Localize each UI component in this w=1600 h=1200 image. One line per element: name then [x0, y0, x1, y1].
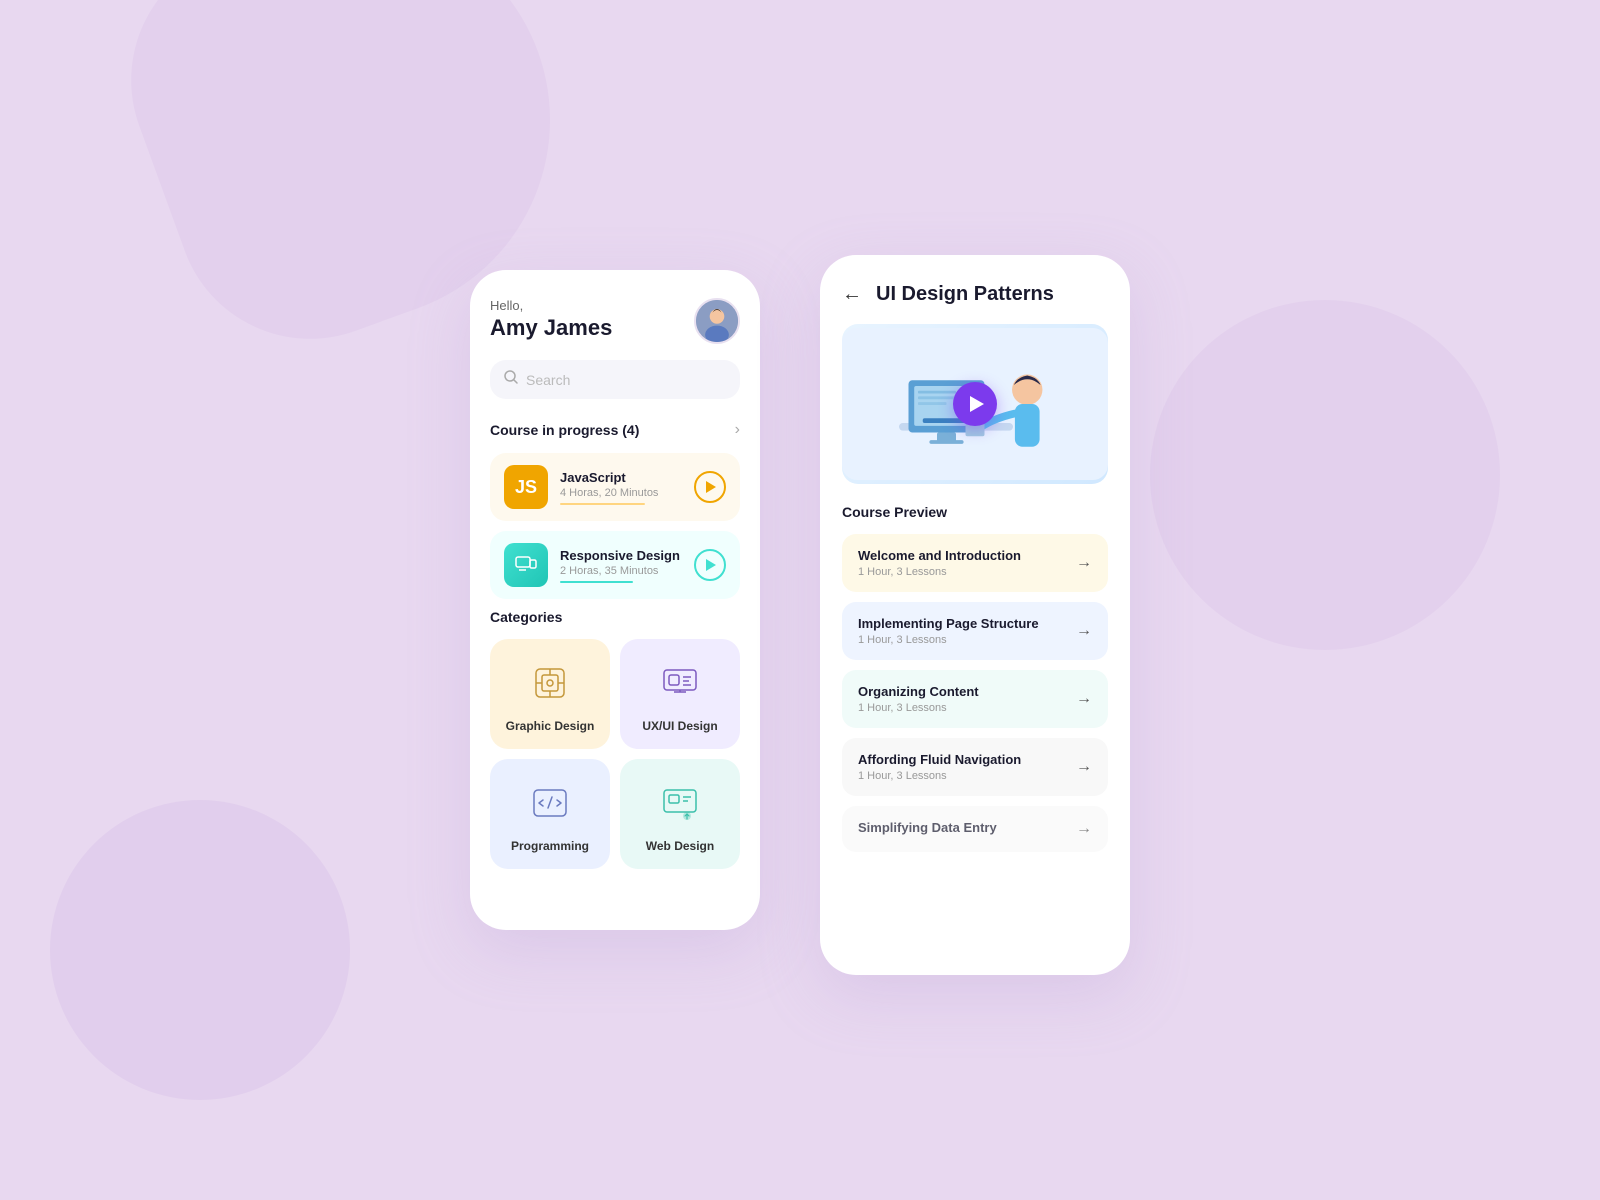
- responsive-play-button[interactable]: [694, 549, 726, 581]
- lesson-2-meta: 1 Hour, 3 Lessons: [858, 634, 1039, 646]
- right-phone: ← UI Design Patterns: [820, 255, 1130, 975]
- greeting-text: Hello,: [490, 298, 612, 313]
- ux-ui-icon: [659, 662, 701, 709]
- search-icon: [504, 370, 518, 389]
- lesson-item-3[interactable]: Organizing Content 1 Hour, 3 Lessons →: [842, 670, 1108, 728]
- js-course-info: JavaScript 4 Horas, 20 Minutos: [560, 470, 682, 505]
- lesson-3-info: Organizing Content 1 Hour, 3 Lessons: [858, 684, 979, 714]
- lesson-4-meta: 1 Hour, 3 Lessons: [858, 770, 1021, 782]
- responsive-course-meta: 2 Horas, 35 Minutos: [560, 565, 682, 577]
- web-design-icon: [659, 782, 701, 829]
- avatar: [694, 298, 740, 344]
- categories-section-header: Categories: [490, 609, 740, 625]
- category-web-design[interactable]: Web Design: [620, 759, 740, 869]
- js-course-name: JavaScript: [560, 470, 682, 485]
- lesson-1-info: Welcome and Introduction 1 Hour, 3 Lesso…: [858, 548, 1021, 578]
- lesson-item-1[interactable]: Welcome and Introduction 1 Hour, 3 Lesso…: [842, 534, 1108, 592]
- bg-decoration-2: [50, 800, 350, 1100]
- lesson-2-info: Implementing Page Structure 1 Hour, 3 Le…: [858, 616, 1039, 646]
- categories-section: Categories Gr: [490, 609, 740, 869]
- course-detail-header: ← UI Design Patterns: [842, 283, 1108, 306]
- lesson-1-arrow: →: [1076, 554, 1092, 572]
- courses-section-title: Course in progress (4): [490, 422, 639, 438]
- lesson-3-title: Organizing Content: [858, 684, 979, 699]
- search-placeholder: Search: [526, 372, 570, 388]
- lesson-4-info: Affording Fluid Navigation 1 Hour, 3 Les…: [858, 752, 1021, 782]
- categories-grid: Graphic Design UX/: [490, 639, 740, 869]
- category-ux-ui[interactable]: UX/UI Design: [620, 639, 740, 749]
- video-play-button[interactable]: [953, 382, 997, 426]
- lesson-5-info: Simplifying Data Entry: [858, 820, 997, 838]
- course-detail-title: UI Design Patterns: [876, 283, 1054, 306]
- lesson-5-title: Simplifying Data Entry: [858, 820, 997, 835]
- lesson-item-5-partial[interactable]: Simplifying Data Entry →: [842, 806, 1108, 852]
- course-preview-image[interactable]: [842, 324, 1108, 484]
- lesson-2-title: Implementing Page Structure: [858, 616, 1039, 631]
- lesson-4-title: Affording Fluid Navigation: [858, 752, 1021, 767]
- course-card-responsive[interactable]: Responsive Design 2 Horas, 35 Minutos: [490, 531, 740, 599]
- js-icon: JS: [504, 465, 548, 509]
- programming-label: Programming: [511, 839, 589, 853]
- back-button[interactable]: ←: [842, 283, 862, 306]
- responsive-course-name: Responsive Design: [560, 548, 682, 563]
- graphic-design-icon: [529, 662, 571, 709]
- courses-more-arrow[interactable]: ›: [735, 421, 740, 439]
- js-progress-bar: [560, 503, 645, 505]
- course-card-javascript[interactable]: JS JavaScript 4 Horas, 20 Minutos: [490, 453, 740, 521]
- bg-decoration-3: [1150, 300, 1500, 650]
- lesson-3-arrow: →: [1076, 690, 1092, 708]
- js-play-button[interactable]: [694, 471, 726, 503]
- responsive-course-info: Responsive Design 2 Horas, 35 Minutos: [560, 548, 682, 583]
- lesson-item-4[interactable]: Affording Fluid Navigation 1 Hour, 3 Les…: [842, 738, 1108, 796]
- search-bar[interactable]: Search: [490, 360, 740, 399]
- responsive-icon: [504, 543, 548, 587]
- lesson-4-arrow: →: [1076, 758, 1092, 776]
- web-design-label: Web Design: [646, 839, 714, 853]
- lesson-item-2[interactable]: Implementing Page Structure 1 Hour, 3 Le…: [842, 602, 1108, 660]
- video-play-icon: [970, 396, 984, 412]
- category-graphic-design[interactable]: Graphic Design: [490, 639, 610, 749]
- categories-title: Categories: [490, 609, 562, 625]
- js-course-meta: 4 Horas, 20 Minutos: [560, 487, 682, 499]
- lesson-3-meta: 1 Hour, 3 Lessons: [858, 702, 979, 714]
- programming-icon: [529, 782, 571, 829]
- graphic-design-label: Graphic Design: [506, 719, 595, 733]
- courses-section-header: Course in progress (4) ›: [490, 421, 740, 439]
- greeting-block: Hello, Amy James: [490, 298, 612, 341]
- greeting-row: Hello, Amy James: [490, 298, 740, 344]
- left-phone: Hello, Amy James Search: [470, 270, 760, 930]
- category-programming[interactable]: Programming: [490, 759, 610, 869]
- lesson-1-title: Welcome and Introduction: [858, 548, 1021, 563]
- user-name: Amy James: [490, 315, 612, 341]
- avatar-img: [696, 298, 738, 344]
- lesson-1-meta: 1 Hour, 3 Lessons: [858, 566, 1021, 578]
- course-preview-label: Course Preview: [842, 504, 1108, 520]
- lesson-5-arrow: →: [1076, 820, 1092, 838]
- responsive-progress-bar: [560, 581, 633, 583]
- js-play-icon: [706, 481, 716, 493]
- ux-ui-label: UX/UI Design: [642, 719, 717, 733]
- responsive-play-icon: [706, 559, 716, 571]
- lesson-2-arrow: →: [1076, 622, 1092, 640]
